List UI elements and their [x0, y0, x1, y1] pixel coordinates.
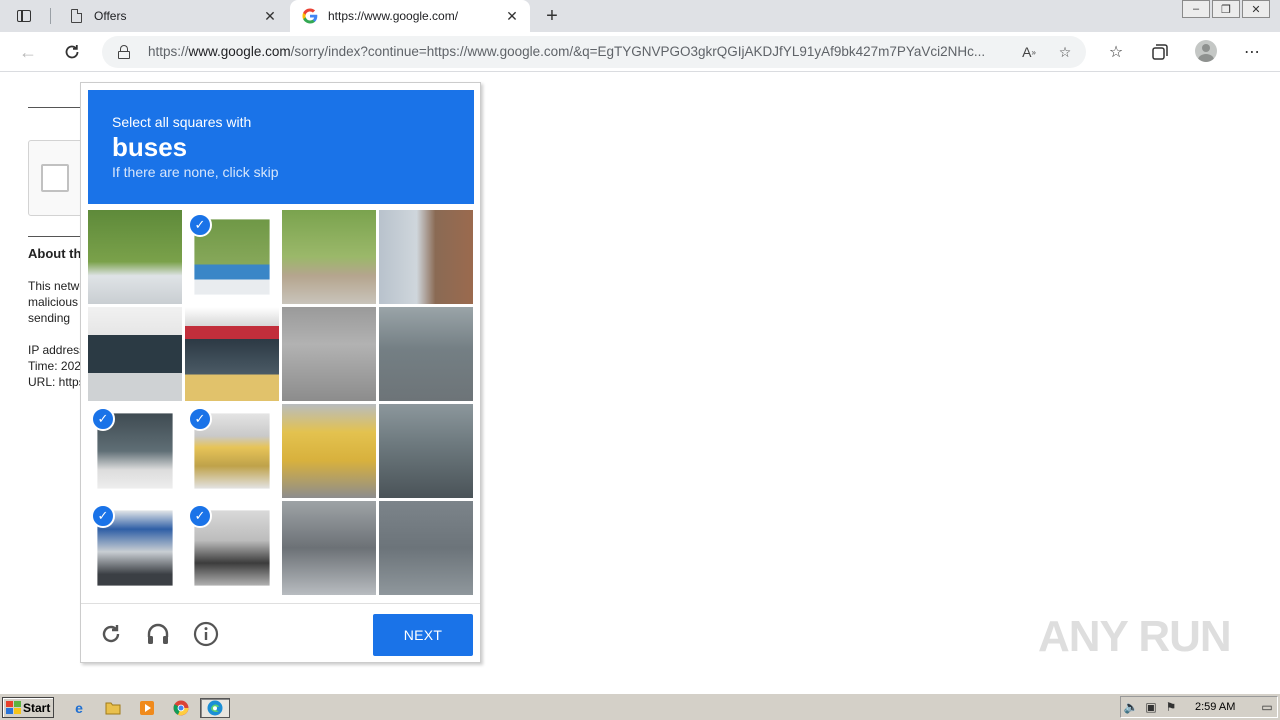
- audio-challenge-headphones-icon[interactable]: [144, 620, 172, 648]
- body-line: sending: [28, 311, 71, 325]
- collections-icon[interactable]: [1148, 40, 1172, 64]
- document-icon: [68, 8, 84, 24]
- show-desktop-icon[interactable]: ▭: [1257, 700, 1277, 714]
- captcha-tile[interactable]: [379, 501, 473, 595]
- read-aloud-icon[interactable]: A»: [1018, 42, 1040, 62]
- captcha-tile[interactable]: [379, 307, 473, 401]
- captcha-tile[interactable]: ✓: [185, 210, 279, 304]
- captcha-tile[interactable]: [379, 404, 473, 498]
- captcha-tile[interactable]: ✓: [88, 404, 182, 498]
- checkmark-icon: ✓: [188, 213, 212, 237]
- captcha-tile[interactable]: [282, 404, 376, 498]
- network-icon[interactable]: ▣: [1141, 700, 1161, 714]
- body-line: malicious: [28, 295, 79, 309]
- captcha-subtext: If there are none, click skip: [112, 164, 279, 180]
- checkmark-icon: ✓: [188, 504, 212, 528]
- captcha-tile[interactable]: [88, 210, 182, 304]
- next-button[interactable]: NEXT: [373, 614, 473, 656]
- start-button[interactable]: Start: [2, 697, 54, 718]
- restore-icon[interactable]: ❐: [1212, 0, 1240, 18]
- captcha-header: Select all squares with buses If there a…: [88, 90, 474, 204]
- tile-image: [282, 501, 376, 595]
- chrome-icon[interactable]: [170, 698, 192, 718]
- ip-line: IP address: [28, 343, 80, 357]
- captcha-tile[interactable]: ✓: [185, 404, 279, 498]
- captcha-tile[interactable]: ✓: [88, 501, 182, 595]
- favorites-icon[interactable]: ☆: [1104, 40, 1128, 64]
- close-window-icon[interactable]: ✕: [1242, 0, 1270, 18]
- info-icon[interactable]: [192, 620, 220, 648]
- tile-image: [282, 307, 376, 401]
- google-icon: [302, 8, 318, 24]
- file-explorer-icon[interactable]: [102, 698, 124, 718]
- captcha-tile[interactable]: ✓: [185, 501, 279, 595]
- tab-strip: Offers ✕ https://www.google.com/ ✕ + – ❐…: [0, 0, 1280, 32]
- close-icon[interactable]: ✕: [502, 6, 522, 26]
- tile-image: [185, 307, 279, 401]
- captcha-tile[interactable]: [282, 307, 376, 401]
- edge-icon[interactable]: [200, 698, 230, 718]
- volume-icon[interactable]: 🔈: [1121, 700, 1141, 714]
- tab-title: Offers: [94, 9, 127, 23]
- recaptcha-checkbox-card: [28, 140, 88, 216]
- address-bar[interactable]: https://www.google.com/sorry/index?conti…: [102, 36, 1086, 68]
- browser-toolbar: ← https://www.google.com/sorry/index?con…: [0, 32, 1280, 72]
- time-line: Time: 2024: [28, 359, 80, 373]
- about-heading: About this page: [28, 246, 80, 261]
- internet-explorer-icon[interactable]: e: [68, 698, 90, 718]
- taskbar: Start e 🔈 ▣ ⚑ 2:59 AM ▭: [0, 693, 1280, 720]
- tile-image: [379, 501, 473, 595]
- url-line: URL: https: [28, 375, 80, 389]
- tile-image: [88, 210, 182, 304]
- tab-title: https://www.google.com/: [328, 9, 459, 23]
- captcha-keyword: buses: [112, 132, 188, 162]
- clock: 2:59 AM: [1195, 701, 1236, 713]
- captcha-tile[interactable]: [185, 307, 279, 401]
- action-center-flag-icon[interactable]: ⚑: [1161, 700, 1181, 714]
- close-icon[interactable]: ✕: [260, 6, 280, 26]
- new-tab-icon[interactable]: +: [540, 4, 564, 28]
- tab-separator: [50, 8, 51, 24]
- windows-logo-icon: [6, 701, 21, 714]
- more-menu-icon[interactable]: ⋯: [1240, 40, 1264, 64]
- checkmark-icon: ✓: [91, 407, 115, 431]
- reload-challenge-icon[interactable]: [97, 620, 125, 648]
- address-url[interactable]: https://www.google.com/sorry/index?conti…: [148, 44, 1008, 59]
- captcha-tile[interactable]: [88, 307, 182, 401]
- tile-image: [379, 404, 473, 498]
- tile-image: [379, 210, 473, 304]
- system-tray: 🔈 ▣ ⚑ 2:59 AM ▭: [1120, 696, 1278, 718]
- checkmark-icon: ✓: [188, 407, 212, 431]
- profile-avatar[interactable]: [1195, 40, 1217, 62]
- checkmark-icon: ✓: [91, 504, 115, 528]
- back-arrow-icon[interactable]: ←: [14, 38, 42, 66]
- tile-image: [282, 210, 376, 304]
- captcha-challenge: Select all squares with buses If there a…: [80, 82, 481, 663]
- captcha-tile[interactable]: [282, 210, 376, 304]
- lock-icon[interactable]: [118, 45, 130, 59]
- captcha-image-grid: ✓ ✓ ✓ ✓ ✓: [88, 210, 474, 596]
- tab-google[interactable]: https://www.google.com/ ✕: [290, 0, 530, 32]
- divider: [28, 236, 88, 237]
- reload-icon[interactable]: [58, 38, 86, 66]
- recaptcha-checkbox[interactable]: [41, 164, 69, 192]
- divider: [28, 107, 88, 108]
- captcha-tile[interactable]: [282, 501, 376, 595]
- minimize-icon[interactable]: –: [1182, 0, 1210, 18]
- tab-actions-icon[interactable]: [8, 5, 40, 27]
- media-player-icon[interactable]: [136, 698, 158, 718]
- tab-offers[interactable]: Offers ✕: [56, 0, 288, 32]
- captcha-footer: NEXT: [81, 603, 480, 663]
- add-favorite-icon[interactable]: ☆: [1054, 42, 1076, 62]
- captcha-instruction: Select all squares with: [112, 114, 252, 130]
- tile-image: [88, 307, 182, 401]
- tile-image: [282, 404, 376, 498]
- anyrun-watermark: ANY RUN: [1038, 612, 1232, 661]
- body-line: This network: [28, 279, 80, 293]
- captcha-tile[interactable]: [379, 210, 473, 304]
- tile-image: [379, 307, 473, 401]
- window-controls: – ❐ ✕: [1180, 0, 1270, 18]
